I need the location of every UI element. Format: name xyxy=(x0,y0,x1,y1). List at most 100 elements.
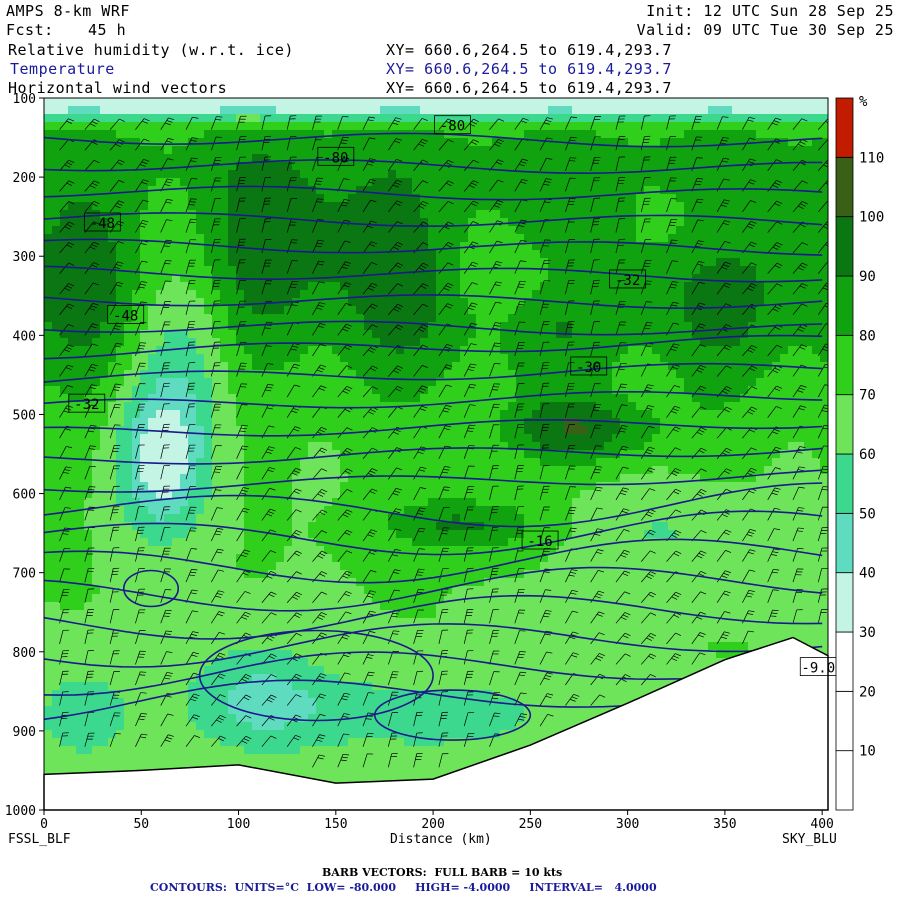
rh-cell xyxy=(356,114,365,123)
rh-cell xyxy=(556,426,565,435)
rh-cell xyxy=(588,122,597,131)
rh-cell xyxy=(364,234,373,243)
rh-cell xyxy=(676,122,685,131)
rh-cell xyxy=(708,234,717,243)
rh-cell xyxy=(60,186,69,195)
rh-cell xyxy=(580,202,589,211)
rh-cell xyxy=(300,194,309,203)
rh-cell xyxy=(252,362,261,371)
rh-cell xyxy=(820,402,828,411)
rh-cell xyxy=(68,274,77,283)
rh-cell xyxy=(764,106,773,115)
rh-cell xyxy=(100,162,109,171)
rh-cell xyxy=(436,154,445,163)
rh-cell xyxy=(196,306,205,315)
rh-cell xyxy=(436,218,445,227)
rh-cell xyxy=(468,106,477,115)
rh-cell xyxy=(316,306,325,315)
rh-cell xyxy=(572,258,581,267)
rh-cell xyxy=(460,402,469,411)
rh-cell xyxy=(404,226,413,235)
rh-cell xyxy=(52,178,61,187)
rh-cell xyxy=(420,194,429,203)
rh-cell xyxy=(644,234,653,243)
rh-cell xyxy=(260,234,269,243)
rh-cell xyxy=(252,474,261,483)
rh-cell xyxy=(452,202,461,211)
rh-cell xyxy=(500,498,509,507)
rh-cell xyxy=(756,426,765,435)
rh-cell xyxy=(548,290,557,299)
rh-cell xyxy=(340,410,349,419)
rh-cell xyxy=(172,122,181,131)
rh-cell xyxy=(580,154,589,163)
rh-cell xyxy=(452,418,461,427)
rh-cell xyxy=(252,234,261,243)
rh-cell xyxy=(564,306,573,315)
rh-cell xyxy=(404,122,413,131)
rh-cell xyxy=(364,418,373,427)
rh-cell xyxy=(308,226,317,235)
rh-cell xyxy=(92,98,101,107)
rh-cell xyxy=(740,106,749,115)
rh-cell xyxy=(676,458,685,467)
rh-cell xyxy=(484,362,493,371)
rh-cell xyxy=(52,298,61,307)
rh-cell xyxy=(484,498,493,507)
rh-cell xyxy=(788,314,797,323)
rh-cell xyxy=(556,402,565,411)
rh-cell xyxy=(220,490,229,499)
rh-cell xyxy=(540,442,549,451)
rh-cell xyxy=(628,378,637,387)
rh-cell xyxy=(740,130,749,139)
rh-cell xyxy=(156,434,165,443)
rh-cell xyxy=(324,106,333,115)
rh-cell xyxy=(228,354,237,363)
rh-cell xyxy=(572,490,581,499)
rh-cell xyxy=(100,498,109,507)
rh-cell xyxy=(676,394,685,403)
rh-cell xyxy=(196,210,205,219)
rh-cell xyxy=(644,362,653,371)
rh-cell xyxy=(324,330,333,339)
rh-cell xyxy=(380,458,389,467)
rh-cell xyxy=(396,170,405,179)
rh-cell xyxy=(140,250,149,259)
rh-cell xyxy=(100,346,109,355)
rh-cell xyxy=(812,226,821,235)
rh-cell xyxy=(140,274,149,283)
rh-cell xyxy=(740,322,749,331)
rh-cell xyxy=(444,210,453,219)
rh-cell xyxy=(660,346,669,355)
rh-cell xyxy=(332,346,341,355)
rh-cell xyxy=(780,298,789,307)
rh-cell xyxy=(196,330,205,339)
rh-cell xyxy=(676,154,685,163)
rh-cell xyxy=(652,298,661,307)
rh-cell xyxy=(316,98,325,107)
rh-cell xyxy=(204,474,213,483)
rh-cell xyxy=(44,138,53,147)
rh-cell xyxy=(420,98,429,107)
rh-cell xyxy=(148,202,157,211)
rh-cell xyxy=(284,338,293,347)
rh-cell xyxy=(228,306,237,315)
rh-cell xyxy=(412,186,421,195)
rh-cell xyxy=(284,98,293,107)
rh-cell xyxy=(804,402,813,411)
rh-cell xyxy=(172,306,181,315)
rh-cell xyxy=(540,298,549,307)
rh-cell xyxy=(276,290,285,299)
rh-cell xyxy=(124,234,133,243)
rh-cell xyxy=(292,394,301,403)
rh-cell xyxy=(796,154,805,163)
rh-cell xyxy=(708,482,717,491)
rh-cell xyxy=(660,282,669,291)
rh-cell xyxy=(428,114,437,123)
rh-cell xyxy=(676,98,685,107)
rh-cell xyxy=(476,338,485,347)
rh-cell xyxy=(652,450,661,459)
rh-cell xyxy=(772,98,781,107)
rh-cell xyxy=(180,154,189,163)
rh-cell xyxy=(324,418,333,427)
